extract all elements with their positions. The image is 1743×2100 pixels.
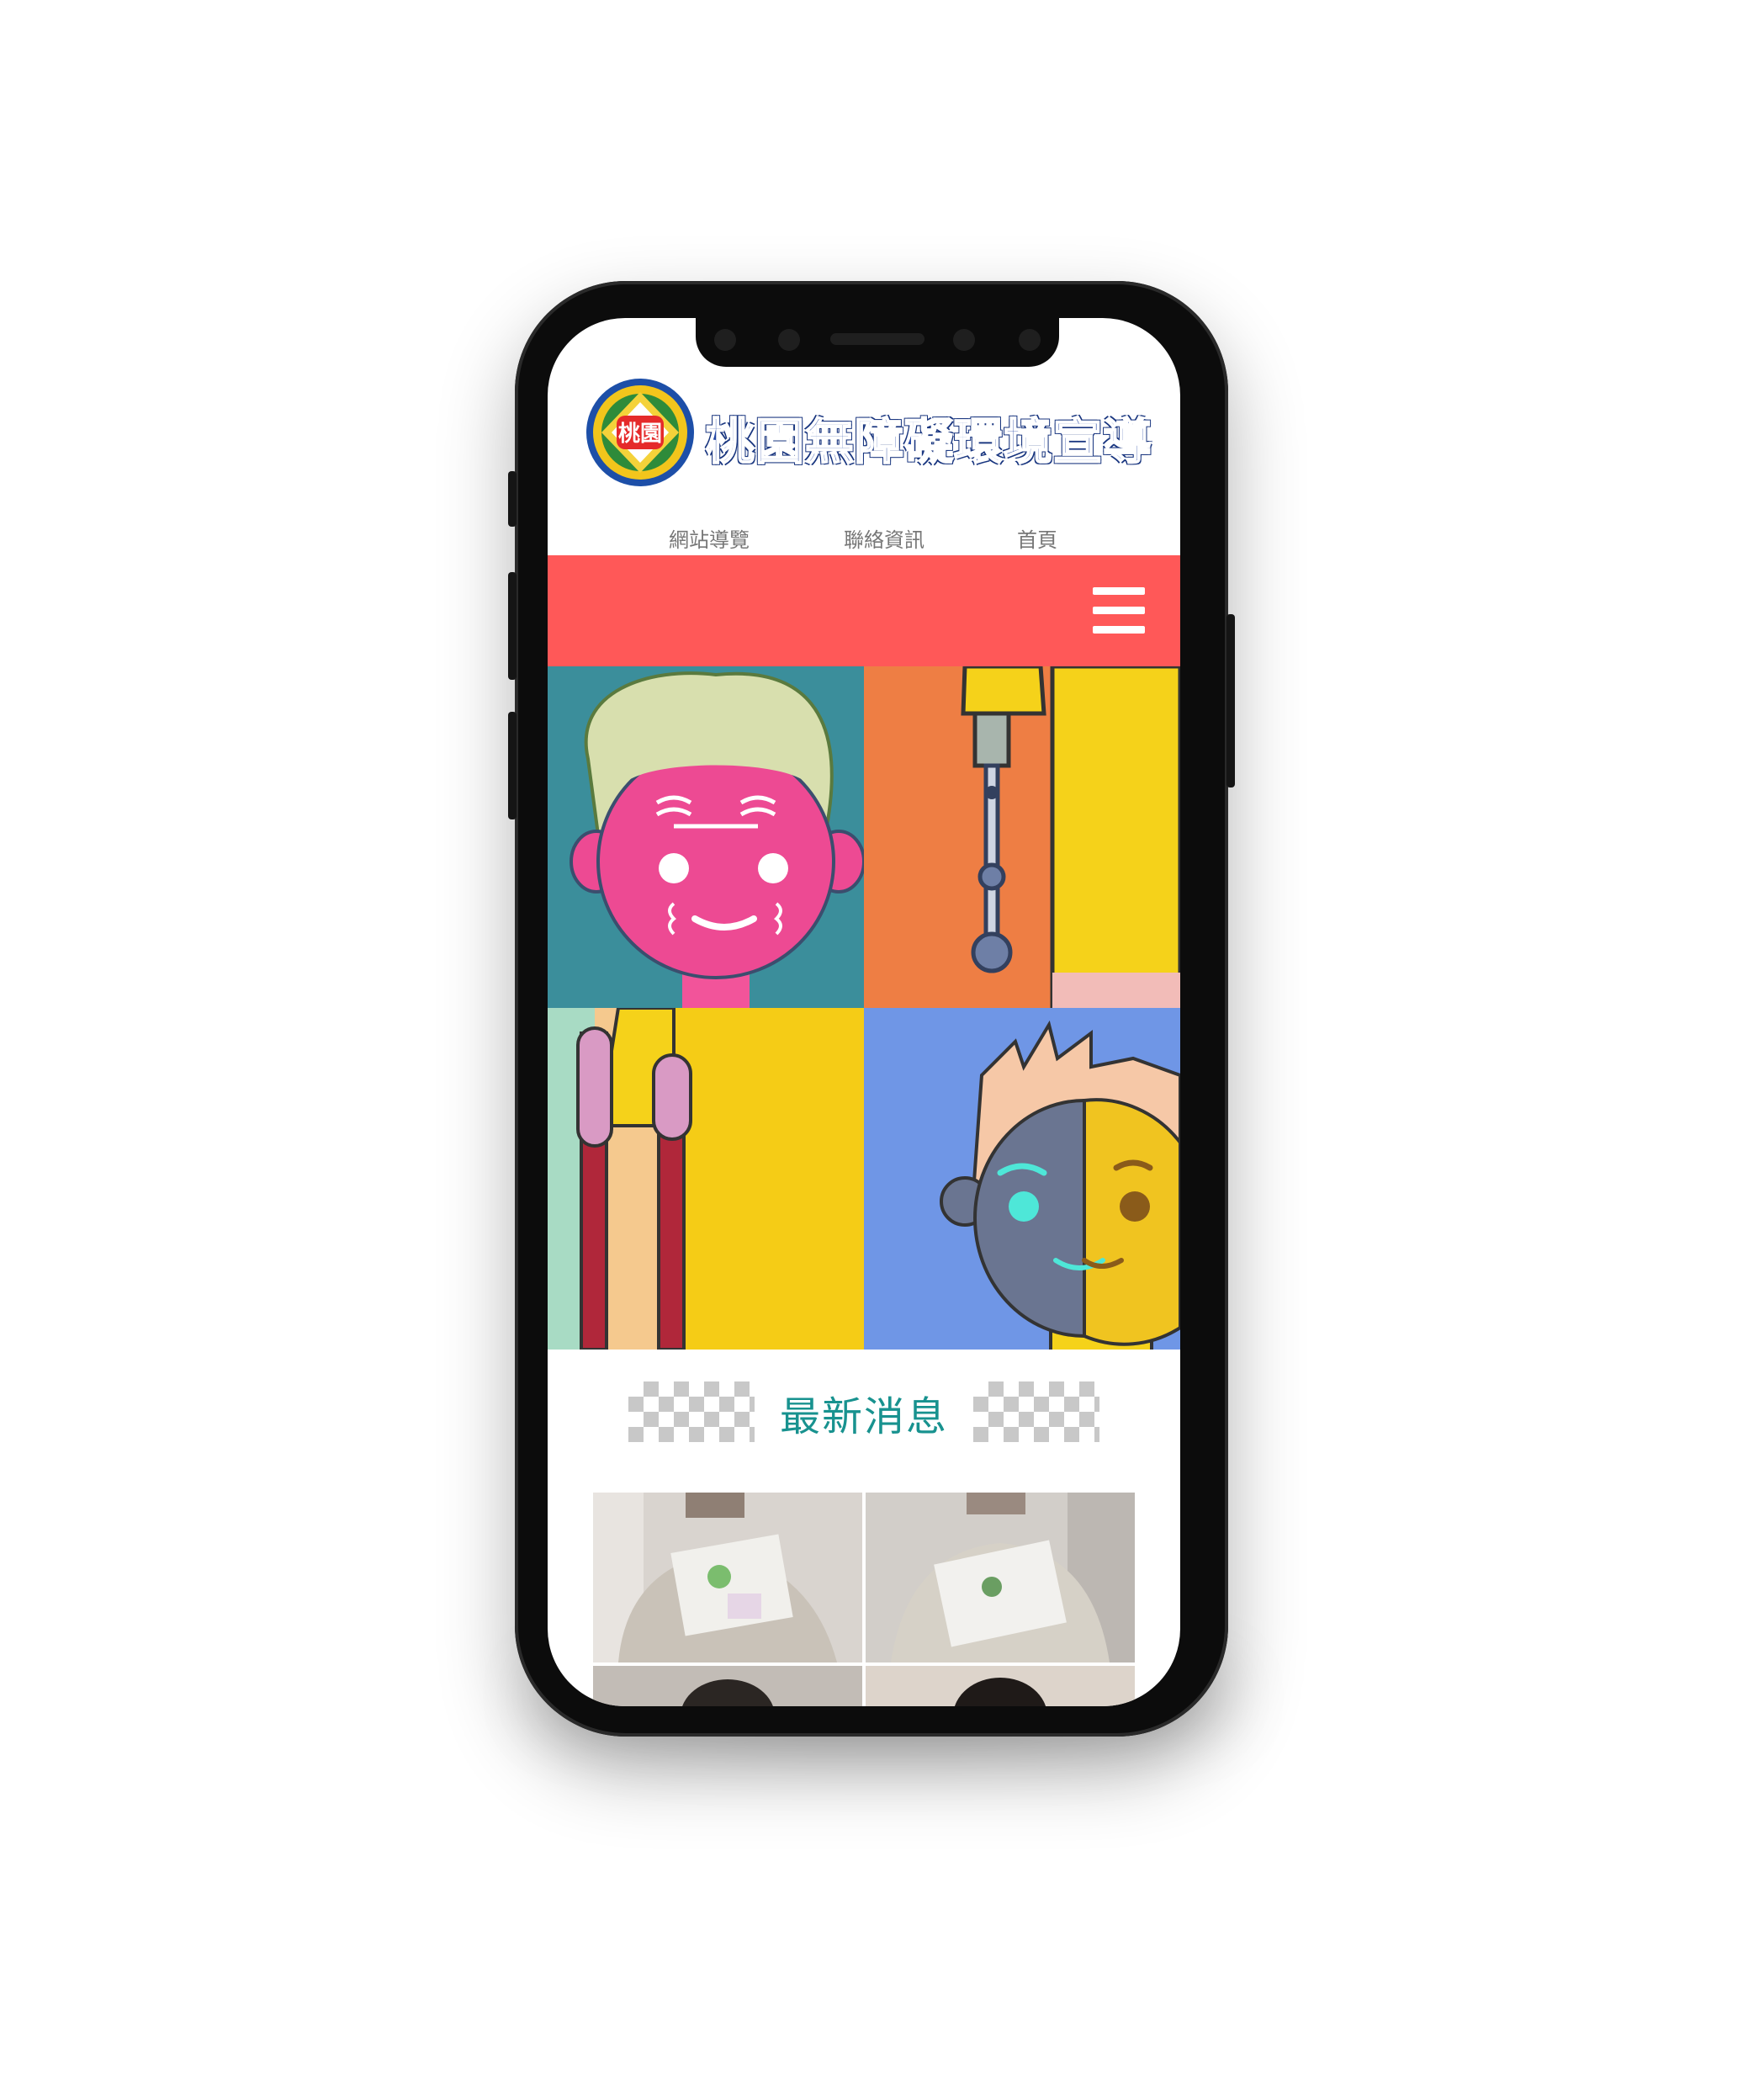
mute-switch: [508, 471, 517, 527]
banner-tile-crutch: [864, 666, 1180, 1008]
banner-tile-boy: [864, 1008, 1180, 1350]
svg-text:桃園: 桃園: [618, 422, 662, 447]
news-item-thumbnail[interactable]: [866, 1493, 1135, 1662]
person-image: [593, 1666, 862, 1706]
boy-illustration: [940, 1020, 1180, 1350]
news-item-thumbnail[interactable]: [866, 1666, 1135, 1706]
nav-link-home[interactable]: 首頁: [1017, 523, 1057, 553]
banner-tile-cane: [548, 1008, 864, 1350]
menu-bar: [548, 555, 1180, 666]
person-reading-image: [866, 1493, 1135, 1662]
elderly-illustration: [570, 671, 864, 1008]
power-button: [1226, 614, 1235, 788]
hero-banner: [548, 666, 1180, 1350]
taoyuan-emblem-icon: 桃園: [586, 379, 694, 486]
site-logo[interactable]: 桃園 桃園無障礙環境宣導: [585, 377, 1157, 488]
news-item-thumbnail[interactable]: [593, 1493, 862, 1662]
nav-link-contact[interactable]: 聯絡資訊: [844, 523, 924, 553]
person-image: [866, 1666, 1135, 1706]
cane-illustration: [548, 1008, 692, 1350]
checker-decoration-right: [973, 1381, 1099, 1442]
crutch-illustration: [961, 666, 1180, 1008]
hamburger-menu-icon[interactable]: [1093, 587, 1145, 634]
volume-up-button: [508, 572, 517, 680]
banner-tile-elderly: [548, 666, 864, 1008]
nav-link-sitemap[interactable]: 網站導覽: [669, 523, 750, 553]
news-section-header: 最新消息: [548, 1371, 1180, 1447]
volume-down-button: [508, 712, 517, 819]
news-item-thumbnail[interactable]: [593, 1666, 862, 1706]
person-reading-image: [593, 1493, 862, 1662]
site-title: 桃園無障礙環境宣導: [705, 412, 1153, 471]
news-grid: [593, 1493, 1135, 1706]
top-nav: 網站導覽 聯絡資訊 首頁: [548, 523, 1180, 553]
phone-screen: 桃園 桃園無障礙環境宣導 網站導覽 聯絡資訊 首頁 最新消息: [548, 318, 1180, 1706]
notch: [696, 318, 1059, 367]
